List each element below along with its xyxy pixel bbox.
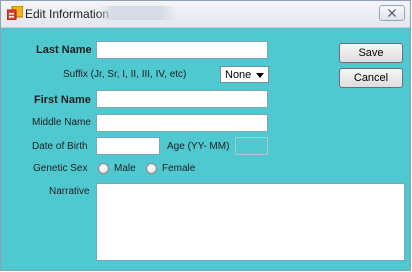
date-of-birth-label: Date of Birth	[32, 141, 88, 152]
edit-form: Last Name Suffix (Jr, Sr, I, II, III, IV…	[1, 28, 410, 270]
male-option-label[interactable]: Male	[114, 163, 136, 174]
last-name-label: Last Name	[36, 44, 92, 56]
genetic-sex-label: Genetic Sex	[33, 163, 88, 174]
age-value	[235, 137, 268, 155]
age-label: Age (YY- MM)	[167, 141, 230, 152]
female-option-label[interactable]: Female	[162, 163, 195, 174]
narrative-label: Narrative	[49, 186, 90, 197]
first-name-input[interactable]	[96, 90, 268, 108]
middle-name-input[interactable]	[96, 114, 268, 132]
suffix-label: Suffix (Jr, Sr, I, II, III, IV, etc)	[63, 69, 187, 80]
form-icon	[7, 6, 23, 20]
suffix-select[interactable]: None	[220, 66, 269, 83]
last-name-input[interactable]	[96, 41, 268, 59]
close-button[interactable]	[379, 5, 405, 21]
save-button[interactable]: Save	[339, 43, 403, 63]
title-bar: Edit Information for	[1, 1, 410, 28]
narrative-textarea[interactable]	[96, 183, 405, 261]
close-icon	[388, 9, 396, 17]
date-of-birth-input[interactable]	[96, 137, 160, 155]
title-redaction	[97, 6, 177, 20]
dropdown-arrow-icon	[256, 73, 264, 78]
male-radio[interactable]	[98, 163, 109, 174]
first-name-label: First Name	[34, 94, 91, 106]
cancel-button[interactable]: Cancel	[339, 68, 403, 88]
edit-information-window: Edit Information for Last Name Suffix (J…	[0, 0, 411, 271]
middle-name-label: Middle Name	[32, 117, 91, 128]
suffix-selected-value: None	[225, 69, 252, 81]
female-radio[interactable]	[146, 163, 157, 174]
